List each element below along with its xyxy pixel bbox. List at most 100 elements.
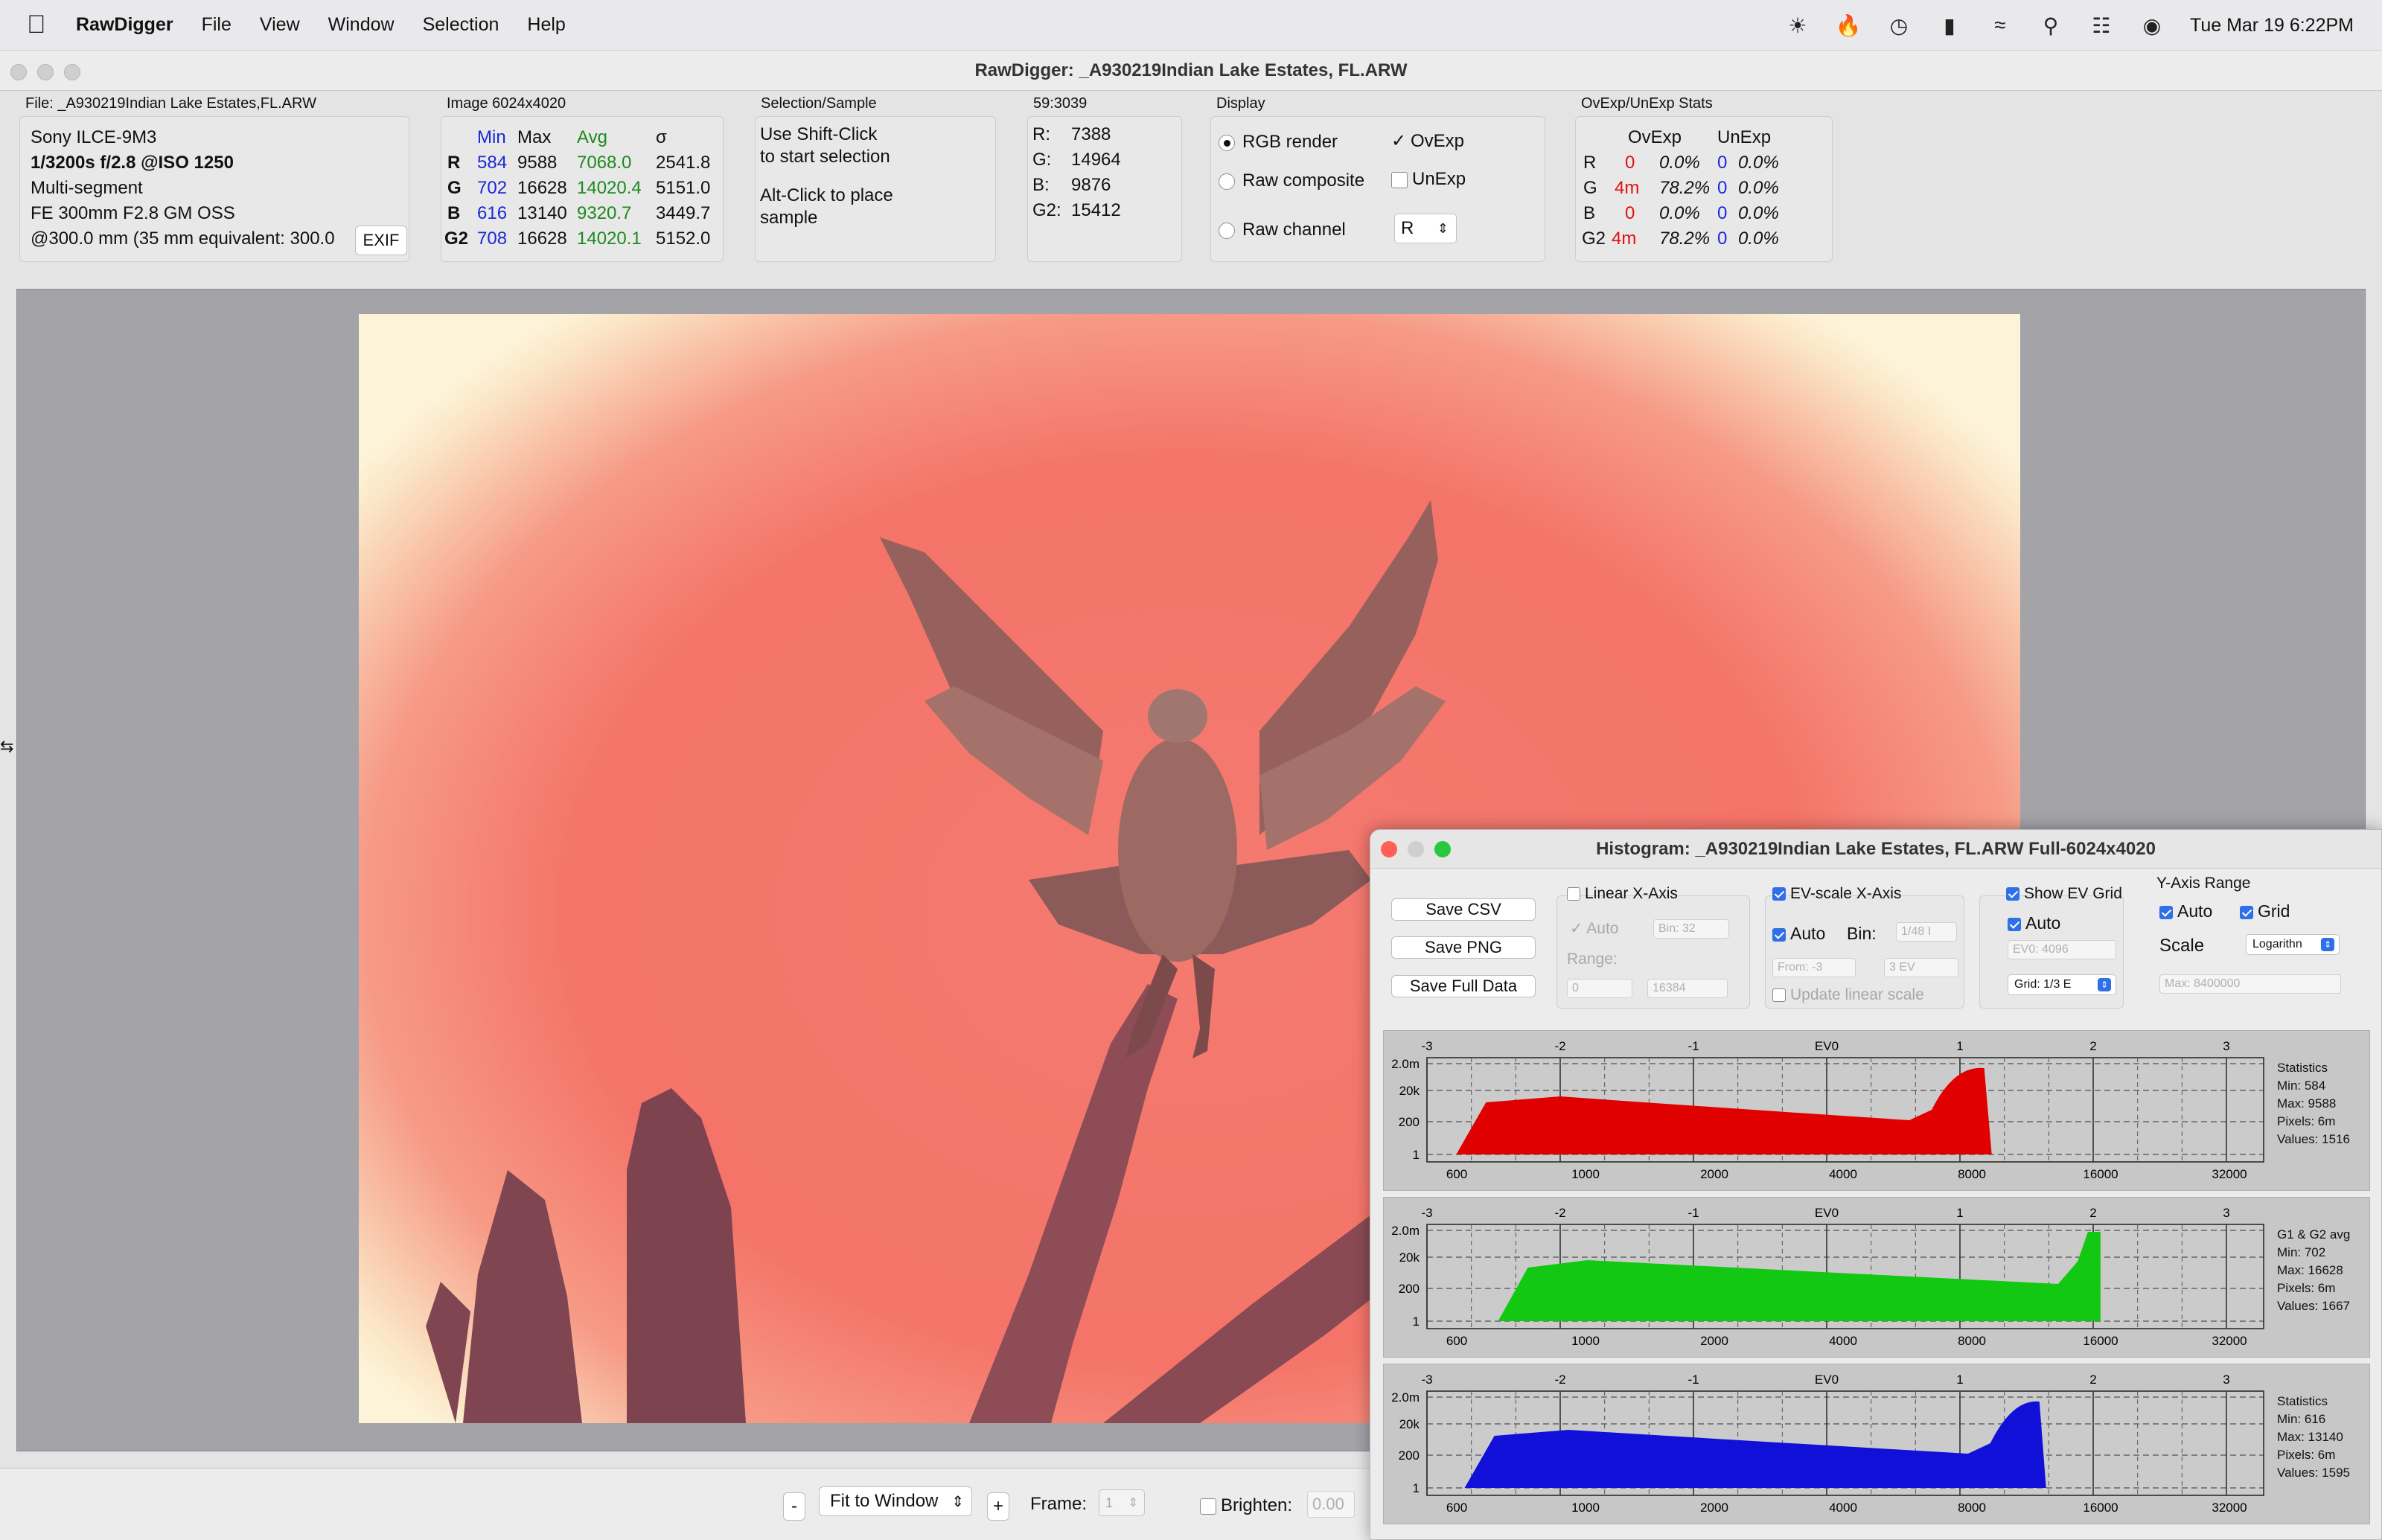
- histogram-minimize-button[interactable]: [1408, 841, 1424, 857]
- ev-auto-checkbox[interactable]: Auto: [1772, 924, 1825, 944]
- rgb-render-radio[interactable]: RGB render: [1219, 132, 1338, 153]
- exp-row-un: 0: [1717, 178, 1728, 198]
- y-max-field[interactable]: Max: 8400000: [2159, 974, 2341, 994]
- linear-auto-checkbox[interactable]: ✓ Auto: [1570, 919, 1618, 938]
- x-tick-label: 1000: [1571, 1334, 1600, 1348]
- raw-channel-select[interactable]: R ⇕: [1394, 214, 1457, 243]
- unexp-checkbox[interactable]: UnExp: [1391, 169, 1466, 190]
- raw-composite-radio[interactable]: Raw composite: [1219, 170, 1364, 191]
- zoom-out-button[interactable]: -: [783, 1492, 805, 1521]
- app-menu[interactable]: RawDigger: [76, 14, 173, 36]
- ev-tick-label: -2: [1554, 1206, 1565, 1220]
- histogram-panel[interactable]: 2.0m 20k 200 1 -3 -2 -1 EV0 1 2 3 600 1000 2000 4000 80…: [1383, 1197, 2370, 1358]
- row-min: 584: [477, 153, 508, 173]
- show-ev-grid-checkbox[interactable]: Show EV Grid: [2006, 885, 2122, 903]
- pixel-g2-label: G2:: [1032, 200, 1061, 220]
- battery-icon[interactable]: ▮: [1937, 13, 1962, 38]
- histogram-panel[interactable]: 2.0m 20k 200 1 -3 -2 -1 EV0 1 2 3 600 1000 2000 4000 80…: [1383, 1364, 2370, 1524]
- linear-bin-field[interactable]: Bin: 32: [1653, 919, 1729, 939]
- y-axis-range-label: Y-Axis Range: [2156, 875, 2251, 892]
- row-min: 616: [477, 203, 508, 223]
- creative-cloud-icon[interactable]: ☀: [1785, 13, 1810, 38]
- stat-min: Min: 702: [2277, 1245, 2326, 1259]
- zoom-select[interactable]: Fit to Window ⇕: [819, 1486, 972, 1516]
- stat-pixels: Pixels: 6m: [2277, 1448, 2336, 1462]
- frame-stepper[interactable]: 1 ⇕: [1099, 1489, 1145, 1516]
- exp-row-un-pct: 0.0%: [1738, 153, 1779, 173]
- ovexp-checkbox[interactable]: ✓ OvExp: [1391, 130, 1464, 152]
- x-tick-label: 1000: [1571, 1501, 1600, 1515]
- ev-tick-label: 1: [1956, 1373, 1963, 1387]
- menu-view[interactable]: View: [260, 14, 300, 36]
- checkbox-checked-icon: [2006, 887, 2019, 901]
- menu-help[interactable]: Help: [527, 14, 565, 36]
- search-icon[interactable]: ⚲: [2038, 13, 2063, 38]
- checkbox-icon: [1391, 171, 1408, 188]
- zoom-in-button[interactable]: +: [987, 1492, 1009, 1521]
- dropdown-arrow-icon: ⇕: [2321, 938, 2334, 951]
- histogram-close-button[interactable]: [1381, 841, 1397, 857]
- wifi-icon[interactable]: ≈: [1987, 13, 2013, 38]
- unexp-header: UnExp: [1717, 127, 1772, 147]
- resize-handle-icon[interactable]: ⇆: [0, 737, 13, 756]
- time-machine-icon[interactable]: ◷: [1886, 13, 1912, 38]
- exif-button[interactable]: EXIF: [355, 226, 407, 255]
- x-tick-label: 32000: [2212, 1501, 2247, 1515]
- save-csv-button[interactable]: Save CSV: [1391, 898, 1536, 921]
- menu-file[interactable]: File: [202, 14, 232, 36]
- siri-icon[interactable]: ◉: [2139, 13, 2165, 38]
- ev-grid-auto-checkbox[interactable]: Auto: [2008, 913, 2060, 933]
- minimize-window-button[interactable]: [37, 64, 54, 80]
- stat-title: Statistics: [2277, 1061, 2328, 1075]
- exp-row-channel: G2: [1582, 229, 1606, 249]
- ev-axis-checkbox[interactable]: EV-scale X-Axis: [1772, 885, 1901, 903]
- zoom-window-button[interactable]: [64, 64, 80, 80]
- histogram-svg: 2.0m 20k 200 1 -3 -2 -1 EV0 1 2 3 600 1000 2000 4000 80…: [1391, 1039, 2264, 1181]
- ev0-field[interactable]: EV0: 4096: [2008, 940, 2116, 959]
- exp-stats-title: OvExp/UnExp Stats: [1581, 95, 1713, 112]
- scale-select[interactable]: Logarithn ⇕: [2246, 934, 2340, 955]
- ev-from-field[interactable]: From: -3: [1772, 958, 1856, 977]
- linear-axis-checkbox[interactable]: Linear X-Axis: [1567, 885, 1678, 903]
- ev-tick-label: 3: [2223, 1039, 2229, 1053]
- ev-tick-label: -1: [1687, 1373, 1699, 1387]
- x-tick-label: 8000: [1958, 1167, 1986, 1181]
- menu-window[interactable]: Window: [328, 14, 395, 36]
- y-auto-checkbox[interactable]: Auto: [2159, 901, 2212, 921]
- flame-icon[interactable]: 🔥: [1836, 13, 1862, 38]
- exp-row-un-pct: 0.0%: [1738, 178, 1779, 198]
- update-linear-scale-checkbox[interactable]: Update linear scale: [1772, 986, 1924, 1004]
- save-full-data-button[interactable]: Save Full Data: [1391, 975, 1536, 997]
- ev-bin-select[interactable]: 1/48 I: [1896, 922, 1957, 942]
- checkbox-checked-icon: [2240, 905, 2253, 919]
- apple-menu-icon[interactable]: : [27, 10, 63, 39]
- raw-channel-radio[interactable]: Raw channel: [1219, 220, 1346, 240]
- pixel-g-label: G:: [1032, 150, 1052, 170]
- y-grid-checkbox[interactable]: Grid: [2240, 901, 2290, 921]
- control-center-icon[interactable]: ☷: [2089, 13, 2114, 38]
- close-window-button[interactable]: [10, 64, 27, 80]
- histogram-panel[interactable]: 2.0m 20k 200 1 -3 -2 -1 EV0 1 2 3 600 1000 2000 4000 80…: [1383, 1030, 2370, 1191]
- checkbox-checked-icon: [2159, 905, 2173, 919]
- histogram-statistics: Statistics Min: 616 Max: 13140 Pixels: 6m Va…: [2277, 1393, 2350, 1482]
- brighten-field[interactable]: 0.00: [1307, 1491, 1355, 1518]
- histogram-zoom-button[interactable]: [1434, 841, 1451, 857]
- linear-from-field[interactable]: 0: [1567, 979, 1632, 998]
- menu-clock[interactable]: Tue Mar 19 6:22PM: [2190, 15, 2354, 36]
- row-max: 13140: [517, 203, 567, 223]
- ev-grid-select[interactable]: Grid: 1/3 E ⇕: [2008, 974, 2116, 995]
- exp-row-ov: 0: [1625, 153, 1635, 173]
- brighten-checkbox[interactable]: Brighten:: [1200, 1495, 1292, 1516]
- stat-values: Values: 1595: [2277, 1466, 2350, 1480]
- metering-info: Multi-segment: [31, 178, 143, 198]
- save-png-button[interactable]: Save PNG: [1391, 936, 1536, 959]
- menu-selection[interactable]: Selection: [423, 14, 499, 36]
- y-tick-label: 20k: [1399, 1417, 1420, 1431]
- ev-to-field[interactable]: 3 EV: [1884, 958, 1958, 977]
- linear-to-field[interactable]: 16384: [1647, 979, 1728, 998]
- window-titlebar: RawDigger: _A930219Indian Lake Estates, …: [0, 51, 2382, 91]
- x-tick-label: 600: [1446, 1167, 1467, 1181]
- y-tick-label: 200: [1399, 1448, 1420, 1463]
- histogram-statistics: G1 & G2 avg Min: 702 Max: 16628 Pixels: 6m V…: [2277, 1226, 2350, 1315]
- stat-max: Max: 9588: [2277, 1096, 2337, 1111]
